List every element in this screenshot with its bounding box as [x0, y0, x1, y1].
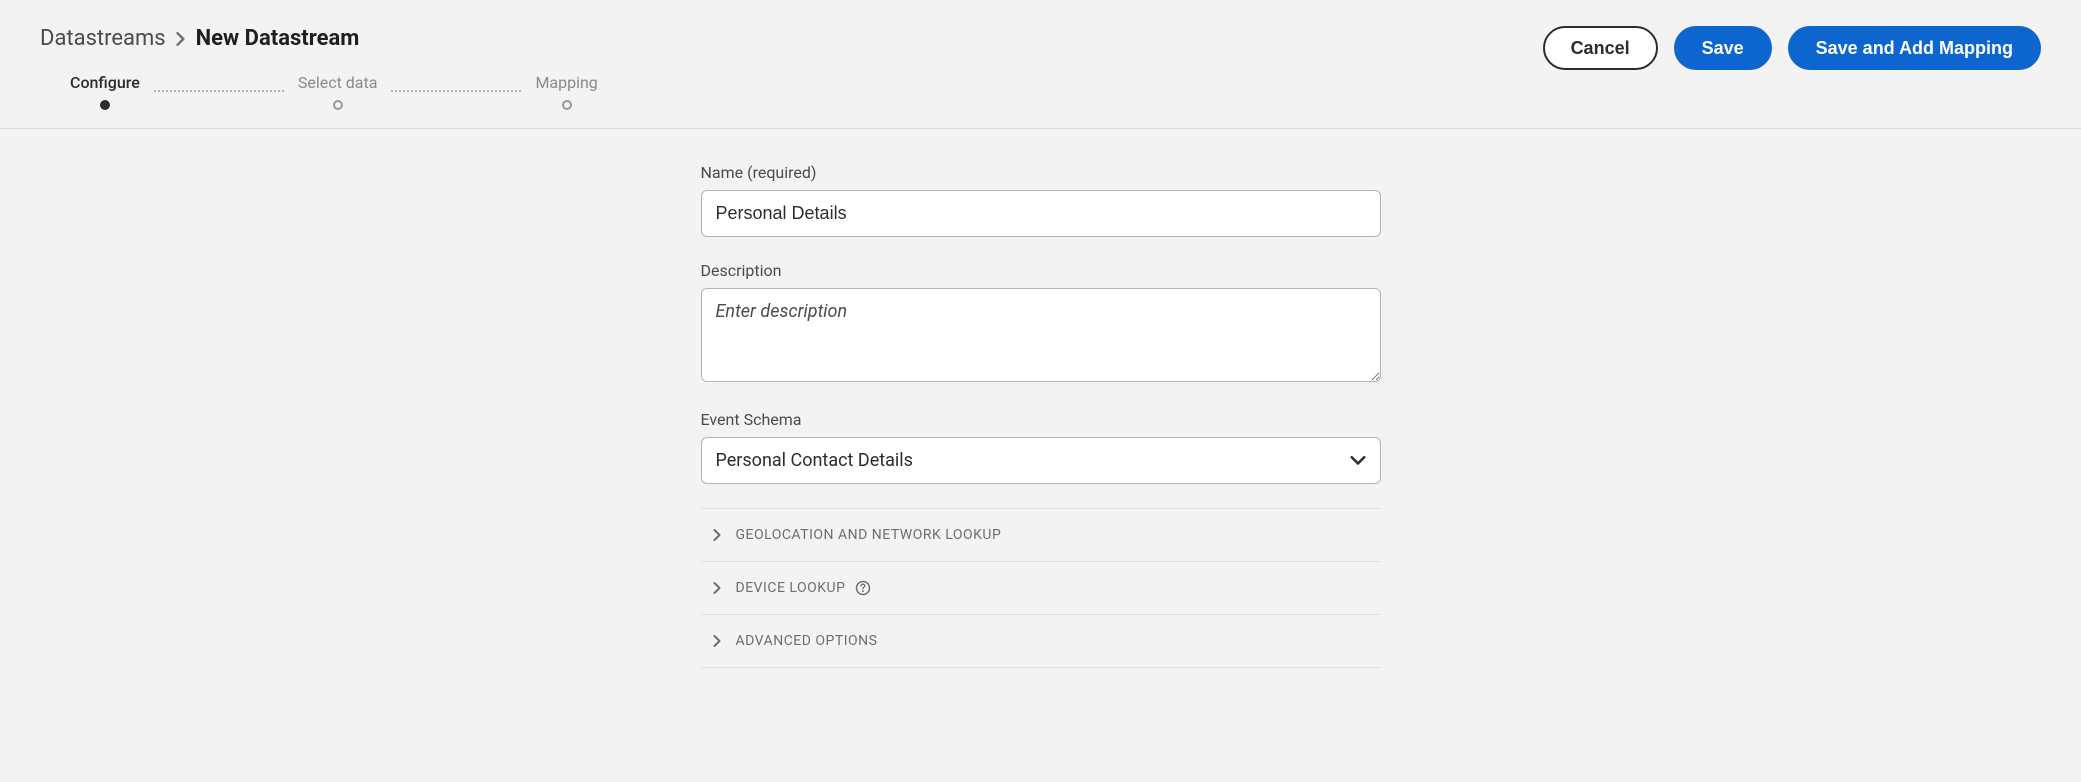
- chevron-right-icon: [176, 32, 186, 46]
- accordion-advanced-options[interactable]: Advanced Options: [701, 615, 1381, 668]
- save-add-mapping-button[interactable]: Save and Add Mapping: [1788, 26, 2041, 70]
- event-schema-label: Event Schema: [701, 410, 1381, 429]
- accordion-label: Device Lookup: [736, 580, 846, 596]
- description-label: Description: [701, 261, 1381, 280]
- help-icon[interactable]: [855, 580, 871, 596]
- cancel-button[interactable]: Cancel: [1543, 26, 1658, 70]
- name-input[interactable]: [701, 190, 1381, 237]
- step-connector: [154, 90, 284, 92]
- save-button[interactable]: Save: [1674, 26, 1772, 70]
- header-actions: Cancel Save Save and Add Mapping: [1543, 26, 2041, 70]
- accordion-geolocation[interactable]: Geolocation and Network Lookup: [701, 508, 1381, 562]
- chevron-right-icon: [713, 635, 722, 647]
- accordion-label: Geolocation and Network Lookup: [736, 527, 1002, 543]
- event-schema-value: Personal Contact Details: [716, 450, 913, 471]
- stepper: Configure Select data Mapping: [40, 73, 612, 110]
- step-label: Configure: [56, 73, 154, 100]
- breadcrumb-parent[interactable]: Datastreams: [40, 26, 166, 51]
- step-configure[interactable]: Configure: [56, 73, 154, 110]
- step-label: Select data: [284, 73, 392, 100]
- step-select-data[interactable]: Select data: [284, 73, 392, 110]
- breadcrumb-current: New Datastream: [196, 26, 360, 51]
- chevron-right-icon: [713, 529, 722, 541]
- accordion-label: Advanced Options: [736, 633, 878, 649]
- chevron-right-icon: [713, 582, 722, 594]
- step-connector: [391, 90, 521, 92]
- chevron-down-icon: [1350, 450, 1366, 471]
- step-dot-icon: [562, 100, 572, 110]
- step-label: Mapping: [521, 73, 611, 100]
- accordion-device-lookup[interactable]: Device Lookup: [701, 562, 1381, 615]
- description-input[interactable]: [701, 288, 1381, 382]
- breadcrumb: Datastreams New Datastream: [40, 26, 612, 51]
- accordion: Geolocation and Network Lookup Device Lo…: [701, 508, 1381, 668]
- step-dot-icon: [333, 100, 343, 110]
- step-dot-icon: [100, 100, 110, 110]
- event-schema-select[interactable]: Personal Contact Details: [701, 437, 1381, 484]
- step-mapping[interactable]: Mapping: [521, 73, 611, 110]
- name-label: Name (required): [701, 163, 1381, 182]
- datastream-form: Name (required) Description Event Schema…: [701, 163, 1381, 668]
